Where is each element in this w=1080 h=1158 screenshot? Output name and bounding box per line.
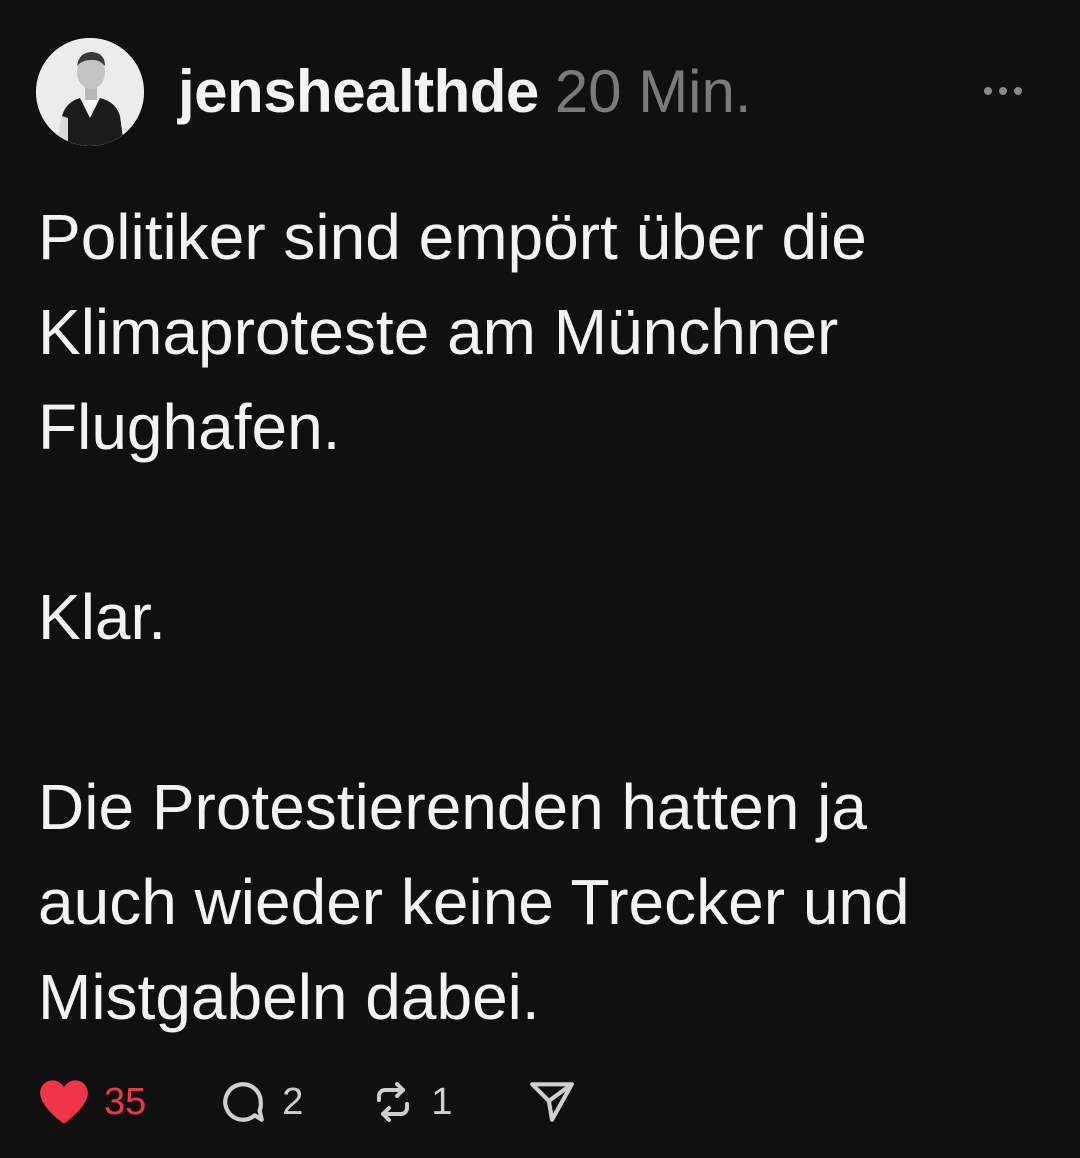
post-text-line: auch wieder keine Trecker und [38, 866, 910, 938]
post-actions: 35 2 1 [38, 1072, 577, 1132]
post-text-line: Politiker sind empört über die [38, 201, 867, 273]
post-text-line: Klimaproteste am Münchner [38, 296, 839, 368]
share-button[interactable] [527, 1077, 577, 1127]
like-count: 35 [104, 1080, 147, 1123]
post-text-line: Flughafen. [38, 391, 341, 463]
reply-button[interactable]: 2 [218, 1077, 303, 1127]
repost-button[interactable]: 1 [369, 1078, 453, 1126]
post-body: Politiker sind empört über die Klimaprot… [38, 190, 1038, 1045]
more-horizontal-icon [984, 87, 1022, 95]
post-text-line: Mistgabeln dabei. [38, 961, 540, 1033]
post: jenshealthde 20 Min. Politiker sind empö… [0, 0, 1080, 1158]
like-button[interactable]: 35 [38, 1078, 146, 1126]
username[interactable]: jenshealthde [178, 62, 539, 122]
repost-icon [369, 1078, 417, 1126]
send-icon [527, 1077, 577, 1127]
post-text-line: Die Protestierenden hatten ja [38, 771, 867, 843]
reply-count: 2 [282, 1080, 304, 1123]
post-header: jenshealthde 20 Min. [36, 38, 752, 146]
repost-count: 1 [431, 1080, 453, 1123]
comment-icon [218, 1077, 268, 1127]
more-options-button[interactable] [984, 76, 1032, 106]
post-timestamp: 20 Min. [554, 58, 752, 125]
avatar[interactable] [36, 38, 144, 146]
post-text-line: Klar. [38, 581, 167, 653]
heart-icon [38, 1078, 90, 1126]
